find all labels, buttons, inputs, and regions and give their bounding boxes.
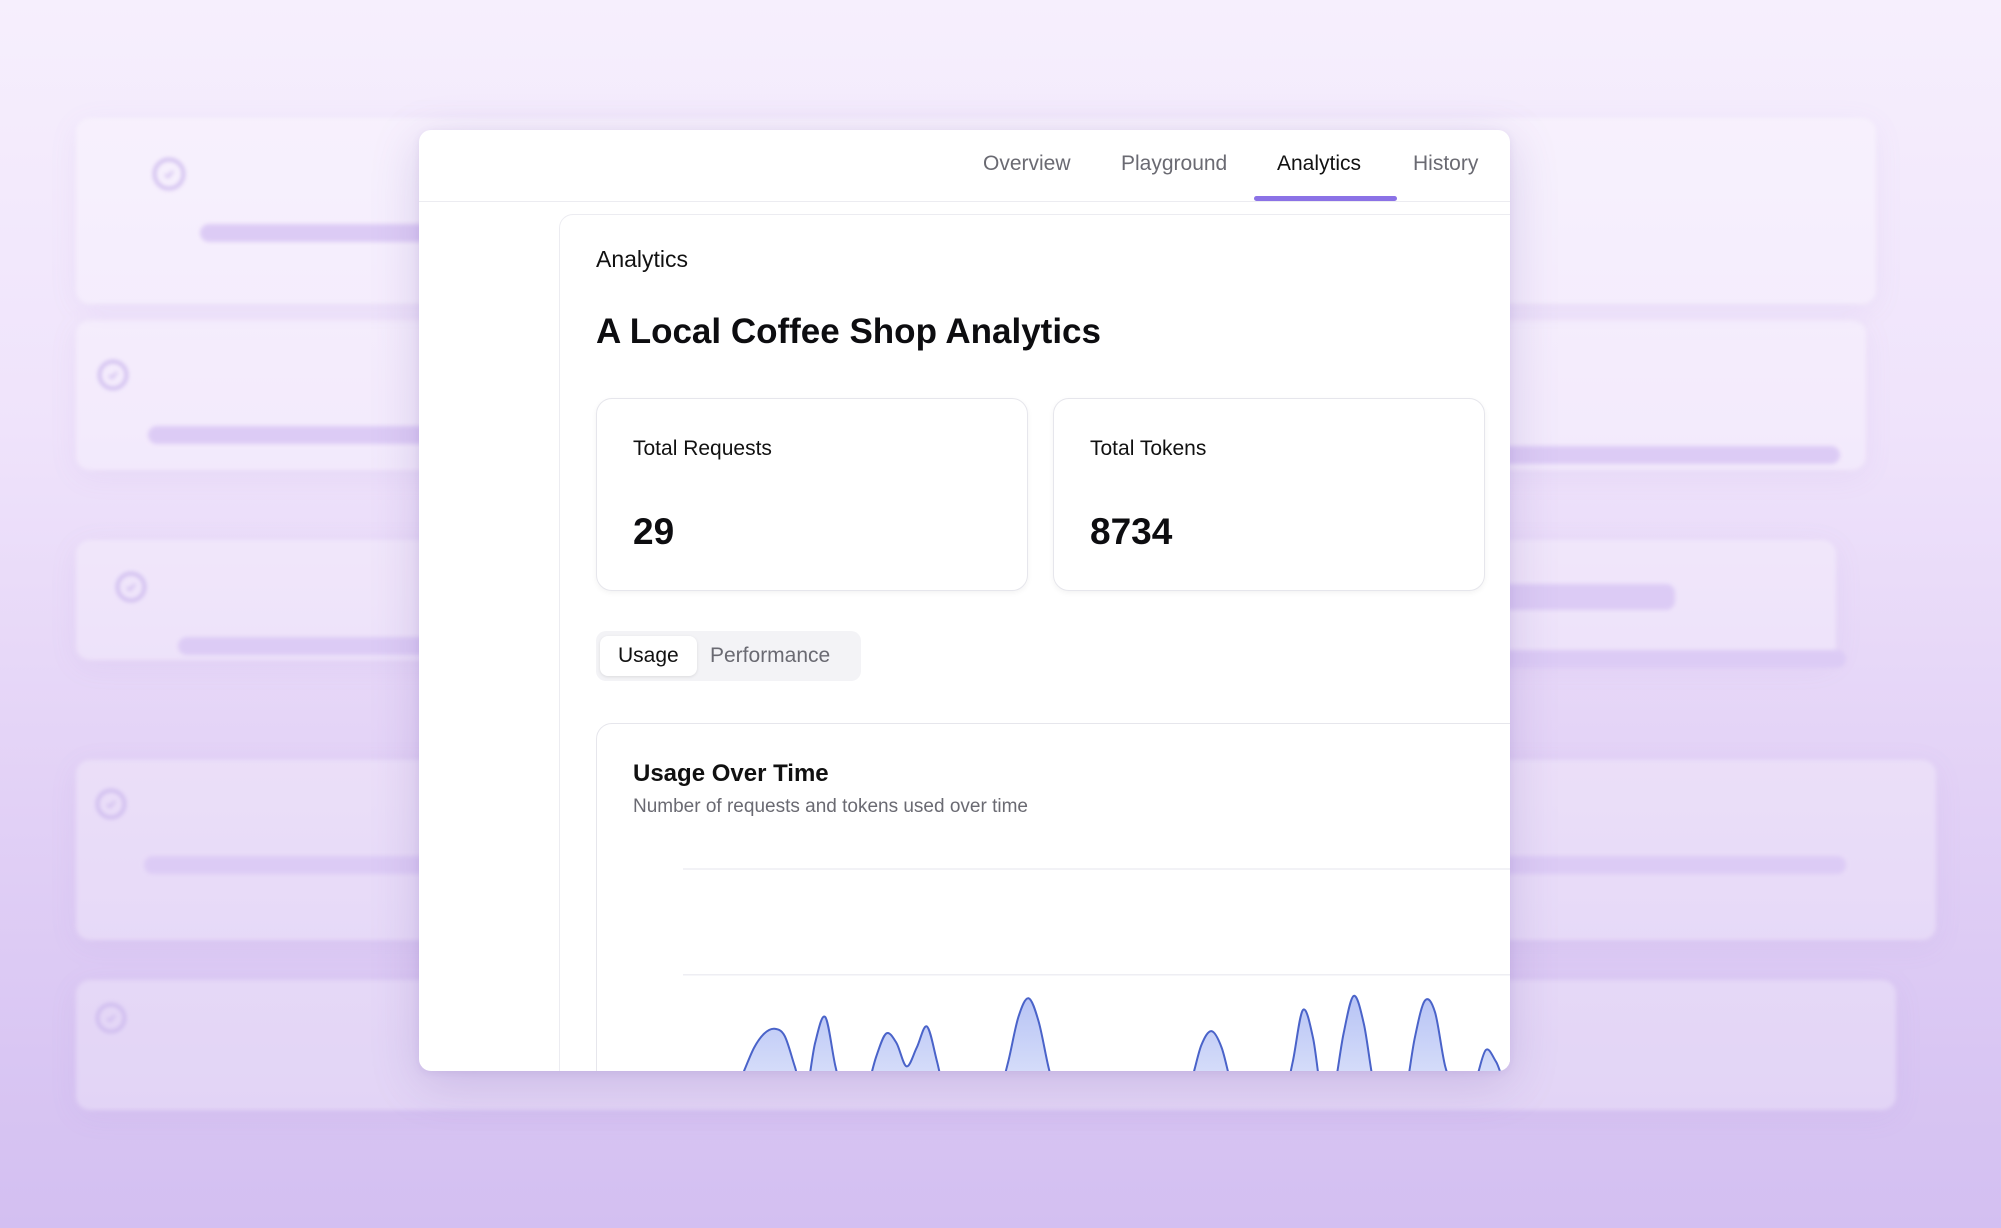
check-circle-icon (96, 1003, 126, 1033)
usage-chart (683, 868, 1510, 1071)
tab-analytics[interactable]: Analytics (1277, 130, 1361, 201)
placeholder-bar (178, 637, 448, 655)
page-title: A Local Coffee Shop Analytics (596, 312, 1101, 351)
analytics-window: Overview Playground Analytics History An… (419, 130, 1510, 1071)
usage-chart-card: Usage Over Time Number of requests and t… (596, 723, 1510, 1071)
view-toggle: Usage Performance (596, 631, 861, 681)
series-line-requests (683, 1062, 1510, 1071)
total-requests-card: Total Requests 29 (596, 398, 1028, 591)
placeholder-bar (1500, 650, 1846, 668)
check-circle-icon (96, 789, 126, 819)
stat-label: Total Requests (633, 437, 772, 460)
tab-overview[interactable]: Overview (983, 130, 1071, 201)
series-line-tokens (742, 994, 1510, 1071)
stat-value: 8734 (1090, 511, 1173, 552)
tab-history[interactable]: History (1413, 130, 1478, 201)
check-circle-icon (153, 158, 185, 190)
tab-playground[interactable]: Playground (1121, 130, 1227, 201)
analytics-panel: Analytics A Local Coffee Shop Analytics … (559, 214, 1510, 1071)
tab-usage[interactable]: Usage (600, 636, 697, 676)
section-label: Analytics (596, 246, 689, 272)
stat-value: 29 (633, 511, 675, 552)
placeholder-bar (1500, 856, 1846, 874)
top-tab-bar: Overview Playground Analytics History (419, 130, 1510, 202)
placeholder-bar (1500, 446, 1840, 464)
total-tokens-card: Total Tokens 8734 (1053, 398, 1485, 591)
check-circle-icon (116, 572, 146, 602)
placeholder-bar (148, 426, 448, 444)
stat-label: Total Tokens (1090, 437, 1207, 460)
placeholder-bar (1500, 584, 1675, 610)
placeholder-bar (144, 856, 444, 874)
active-tab-indicator (1254, 196, 1397, 201)
check-circle-icon (98, 360, 128, 390)
series-area-requests (683, 1062, 1510, 1071)
tab-performance[interactable]: Performance (692, 636, 848, 676)
series-area-tokens (744, 995, 1510, 1071)
